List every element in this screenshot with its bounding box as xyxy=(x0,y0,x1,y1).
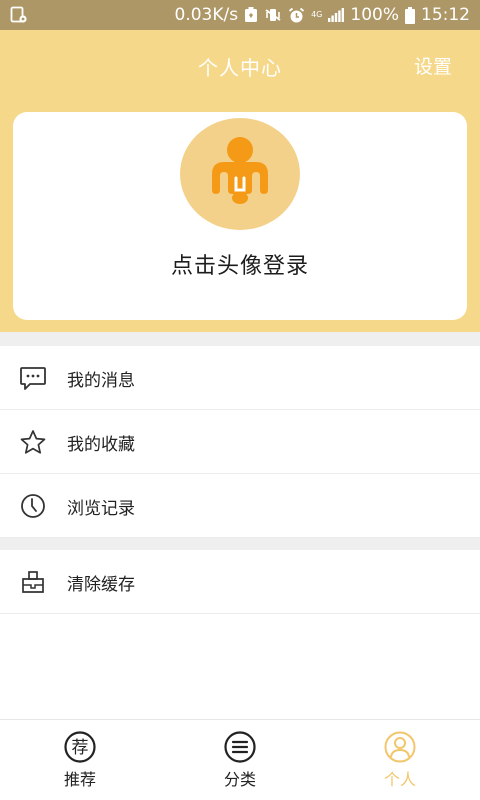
menu-item-label: 浏览记录 xyxy=(67,499,135,519)
section-divider xyxy=(0,538,480,550)
vibrate-mute-icon xyxy=(264,7,282,23)
settings-button[interactable]: 设置 xyxy=(414,52,452,79)
tab-label: 推荐 xyxy=(63,770,96,789)
tab-profile[interactable]: 个人 xyxy=(320,720,480,800)
broom-icon xyxy=(19,569,47,595)
signal-icon xyxy=(328,8,345,22)
recommend-icon: 荐 xyxy=(64,731,96,763)
screenshot-notification-icon xyxy=(10,5,32,25)
tab-recommend[interactable]: 荐 推荐 xyxy=(0,720,160,800)
section-divider xyxy=(0,332,480,346)
clock-icon xyxy=(19,493,47,519)
menu-item-messages[interactable]: 我的消息 xyxy=(0,346,480,410)
status-bar: 0.03K/s 4G 100% 15:12 xyxy=(0,0,480,30)
menu-item-favorites[interactable]: 我的收藏 xyxy=(0,410,480,474)
tab-label: 分类 xyxy=(223,770,256,789)
menu-item-history[interactable]: 浏览记录 xyxy=(0,474,480,538)
avatar[interactable] xyxy=(180,118,300,230)
menu-group-main: 我的消息 我的收藏 浏览记录 xyxy=(0,346,480,538)
network-type: 4G xyxy=(311,10,323,19)
battery-saver-icon xyxy=(244,7,258,23)
message-icon xyxy=(19,365,47,391)
user-icon xyxy=(384,731,416,763)
profile-section: 点击头像登录 xyxy=(0,100,480,332)
profile-card: 点击头像登录 xyxy=(13,112,467,320)
tab-category[interactable]: 分类 xyxy=(160,720,320,800)
menu-item-label: 我的消息 xyxy=(67,371,135,391)
user-logo-icon xyxy=(212,137,268,204)
network-speed: 0.03K/s xyxy=(174,5,239,25)
menu-item-label: 我的收藏 xyxy=(67,435,135,455)
menu-item-clear-cache[interactable]: 清除缓存 xyxy=(0,550,480,614)
tab-label: 个人 xyxy=(383,770,416,789)
recommend-icon-glyph: 荐 xyxy=(72,738,89,758)
login-prompt[interactable]: 点击头像登录 xyxy=(13,248,467,280)
header: 个人中心 设置 xyxy=(0,30,480,100)
alarm-icon xyxy=(288,7,305,24)
bottom-tab-bar: 荐 推荐 分类 个人 xyxy=(0,719,480,800)
menu-group-cache: 清除缓存 xyxy=(0,550,480,614)
clock-time: 15:12 xyxy=(421,5,470,25)
battery-icon xyxy=(405,6,415,24)
menu-item-label: 清除缓存 xyxy=(67,575,135,595)
page-title: 个人中心 xyxy=(198,56,282,80)
list-menu-icon xyxy=(224,731,256,763)
star-icon xyxy=(19,429,47,455)
battery-percent: 100% xyxy=(350,5,399,25)
